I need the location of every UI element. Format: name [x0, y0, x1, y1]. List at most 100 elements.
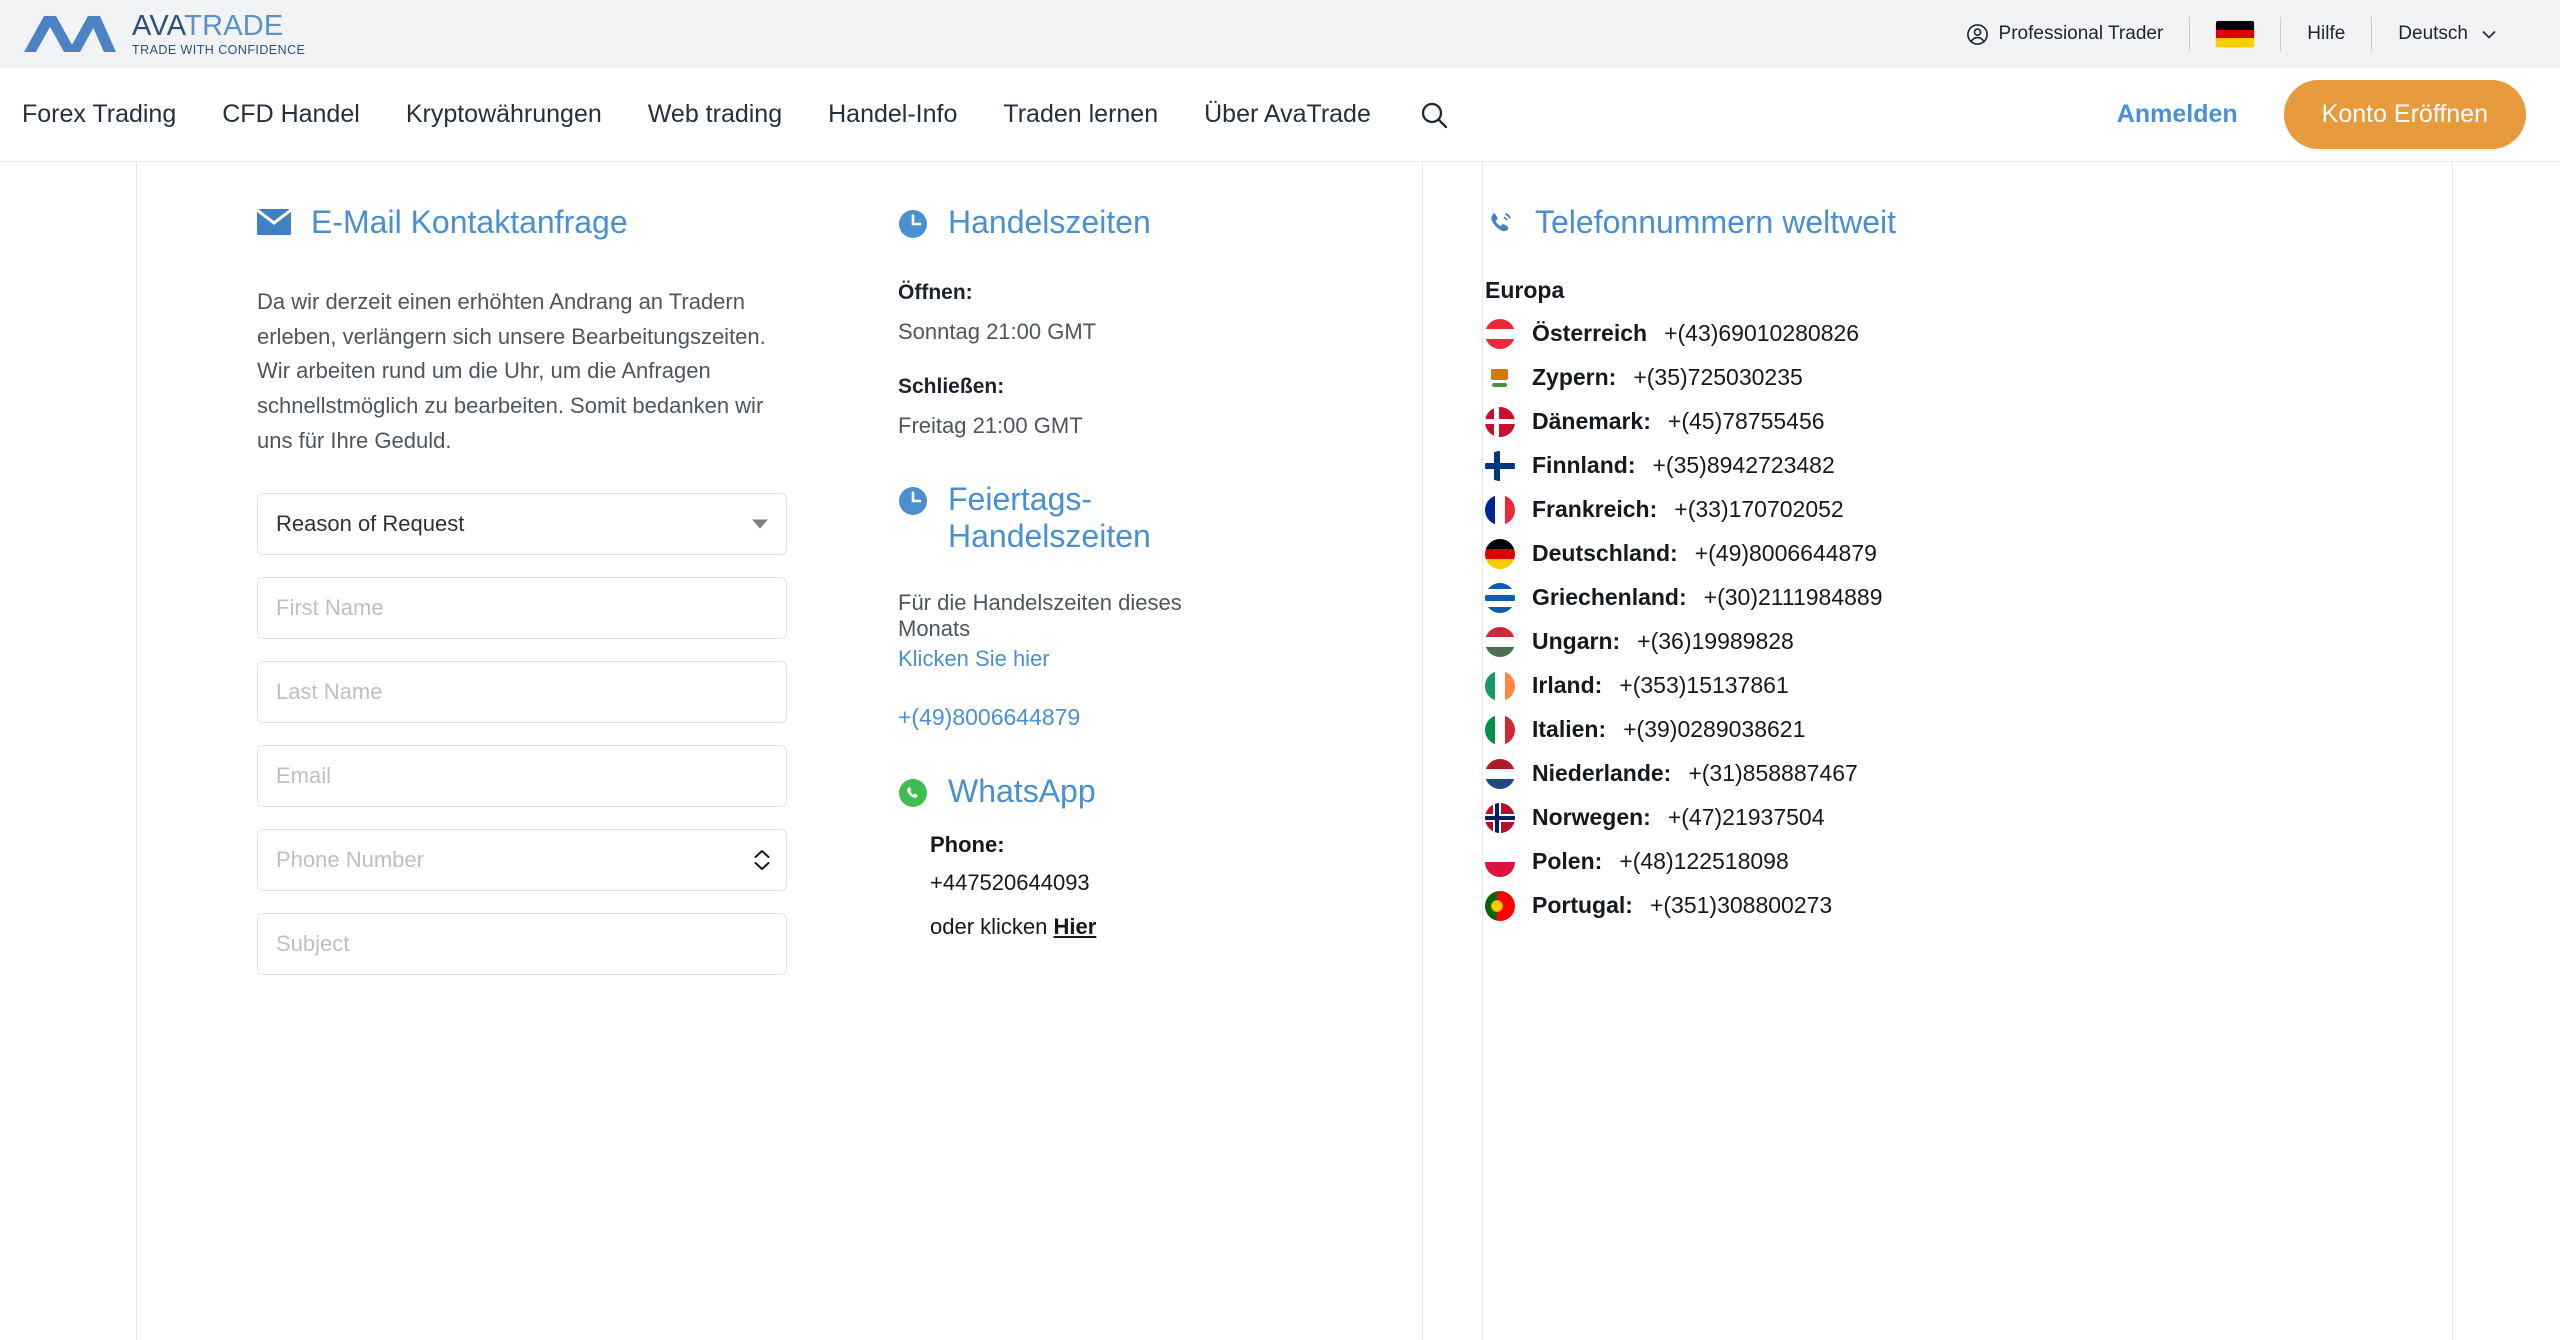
email-field[interactable]	[257, 744, 787, 807]
country-name: Frankreich:	[1532, 496, 1658, 523]
country-name: Norwegen:	[1532, 804, 1651, 831]
country-name: Portugal:	[1532, 892, 1633, 919]
nav-item-forex-trading[interactable]: Forex Trading	[22, 100, 199, 129]
logo-wordmark: AVATRADE	[132, 11, 305, 41]
table-row[interactable]: Deutschland: +(49)8006644879	[1485, 532, 2422, 576]
region-heading-europa: Europa	[1485, 276, 1565, 303]
flag-cyprus-icon	[1485, 362, 1515, 393]
help-link[interactable]: Hilfe	[2281, 23, 2371, 45]
search-icon	[1421, 102, 1448, 128]
subject-field[interactable]	[257, 912, 787, 975]
country-phone: +(39)0289038621	[1623, 716, 1806, 743]
country-phone: +(36)19989828	[1637, 628, 1794, 655]
clock-icon	[899, 210, 927, 238]
reason-of-request-select[interactable]: Reason of Request	[257, 492, 787, 555]
whatsapp-or-prefix: oder klicken	[930, 914, 1054, 940]
main-navigation: Forex Trading CFD Handel Kryptowährungen…	[0, 68, 2560, 162]
user-avatar-icon	[1966, 23, 1988, 45]
language-label: Deutsch	[2398, 23, 2468, 44]
phone-number-list: Österreich +(43)69010280826 Zypern: +(35…	[1485, 312, 2422, 928]
table-row[interactable]: Niederlande: +(31)858887467	[1485, 752, 2422, 796]
chevron-up-icon[interactable]	[754, 849, 770, 858]
search-button[interactable]	[1412, 93, 1456, 137]
holiday-hours-title: Feiertags-Handelszeiten	[948, 480, 1151, 554]
number-stepper[interactable]	[754, 849, 770, 870]
nav-item-cfd-handel[interactable]: CFD Handel	[199, 100, 383, 129]
table-row[interactable]: Zypern: +(35)725030235	[1485, 356, 2422, 400]
close-label: Schließen:	[898, 374, 1005, 398]
clock-icon	[899, 486, 927, 515]
contact-form: Reason of Request	[257, 492, 787, 975]
holiday-hours-link[interactable]: Klicken Sie hier	[898, 646, 1422, 672]
table-row[interactable]: Frankreich: +(33)170702052	[1485, 488, 2422, 532]
country-name: Irland:	[1532, 672, 1603, 699]
avatrade-logo[interactable]: AVATRADE TRADE WITH CONFIDENCE	[22, 11, 306, 57]
country-name: Deutschland:	[1532, 540, 1678, 567]
close-value: Freitag 21:00 GMT	[898, 412, 1083, 438]
table-row[interactable]: Ungarn: +(36)19989828	[1485, 620, 2422, 664]
country-phone: +(35)8942723482	[1652, 452, 1835, 479]
whatsapp-phone-label: Phone:	[930, 832, 1005, 858]
flag-hungary-icon	[1485, 626, 1515, 657]
email-section-header: E-Mail Kontaktanfrage	[257, 204, 837, 241]
phone-number-field[interactable]	[257, 828, 787, 891]
first-name-field[interactable]	[257, 576, 787, 639]
nav-item-kryptowaehrungen[interactable]: Kryptowährungen	[383, 100, 625, 129]
open-label: Öffnen:	[898, 280, 973, 304]
nav-item-web-trading[interactable]: Web trading	[625, 100, 805, 129]
table-row[interactable]: Italien: +(39)0289038621	[1485, 708, 2422, 752]
signin-link[interactable]: Anmelden	[2117, 100, 2238, 129]
flag-poland-icon	[1485, 846, 1515, 877]
country-phone: +(33)170702052	[1674, 496, 1844, 523]
account-type-link[interactable]: Professional Trader	[1940, 23, 2190, 46]
phones-section-header: Telefonnummern weltweit	[1485, 204, 2422, 241]
nav-item-ueber-avatrade[interactable]: Über AvaTrade	[1181, 100, 1394, 129]
nav-item-handel-info[interactable]: Handel-Info	[805, 100, 980, 129]
country-phone: +(35)725030235	[1633, 364, 1803, 391]
avatrade-logo-mark	[24, 16, 116, 52]
whatsapp-hier-link[interactable]: Hier	[1054, 914, 1097, 939]
table-row[interactable]: Österreich +(43)69010280826	[1485, 312, 2422, 356]
whatsapp-or-text: oder klicken Hier	[930, 914, 1422, 940]
flag-portugal-icon	[1485, 890, 1515, 921]
help-label: Hilfe	[2307, 23, 2346, 44]
whatsapp-header: WhatsApp	[898, 773, 1422, 810]
nav-item-traden-lernen[interactable]: Traden lernen	[980, 100, 1181, 129]
logo-tagline: TRADE WITH CONFIDENCE	[132, 42, 306, 57]
phone-number-input[interactable]	[276, 829, 768, 890]
table-row[interactable]: Norwegen: +(47)21937504	[1485, 796, 2422, 840]
trading-hours-column: Handelszeiten Öffnen: Sonntag 21:00 GMT …	[837, 162, 1422, 1340]
table-row[interactable]: Irland: +(353)15137861	[1485, 664, 2422, 708]
table-row[interactable]: Polen: +(48)122518098	[1485, 840, 2422, 884]
last-name-field[interactable]	[257, 660, 787, 723]
language-selector[interactable]: Deutsch	[2372, 23, 2522, 45]
reason-of-request-value: Reason of Request	[276, 510, 465, 536]
top-bar-right-group: Professional Trader Hilfe Deutsch	[1940, 0, 2522, 68]
flag-italy-icon	[1485, 714, 1515, 745]
country-name: Österreich	[1532, 320, 1648, 347]
nav-actions: Anmelden Konto Eröffnen	[2117, 80, 2526, 149]
envelope-icon	[257, 209, 291, 235]
country-name: Griechenland:	[1532, 584, 1687, 611]
chevron-down-icon[interactable]	[754, 861, 770, 870]
trading-hours-title: Handelszeiten	[948, 204, 1151, 240]
table-row[interactable]: Finnland: +(35)8942723482	[1485, 444, 2422, 488]
table-row[interactable]: Portugal: +(351)308800273	[1485, 884, 2422, 928]
table-row[interactable]: Dänemark: +(45)78755456	[1485, 400, 2422, 444]
holiday-phone-link[interactable]: +(49)8006644879	[898, 704, 1422, 731]
flag-germany-icon	[1485, 538, 1515, 569]
country-phone: +(48)122518098	[1619, 848, 1789, 875]
subject-input[interactable]	[276, 913, 768, 974]
table-row[interactable]: Griechenland: +(30)2111984889	[1485, 576, 2422, 620]
first-name-input[interactable]	[276, 577, 768, 638]
country-phone: +(43)69010280826	[1664, 320, 1860, 347]
flag-austria-icon	[1485, 318, 1515, 349]
email-input[interactable]	[276, 745, 768, 806]
chevron-down-icon	[752, 519, 768, 529]
country-selector[interactable]	[2190, 21, 2280, 47]
country-phone: +(47)21937504	[1667, 804, 1825, 831]
last-name-input[interactable]	[276, 661, 768, 722]
whatsapp-title: WhatsApp	[948, 773, 1096, 810]
open-account-button[interactable]: Konto Eröffnen	[2283, 80, 2526, 149]
country-name: Zypern:	[1532, 364, 1617, 391]
